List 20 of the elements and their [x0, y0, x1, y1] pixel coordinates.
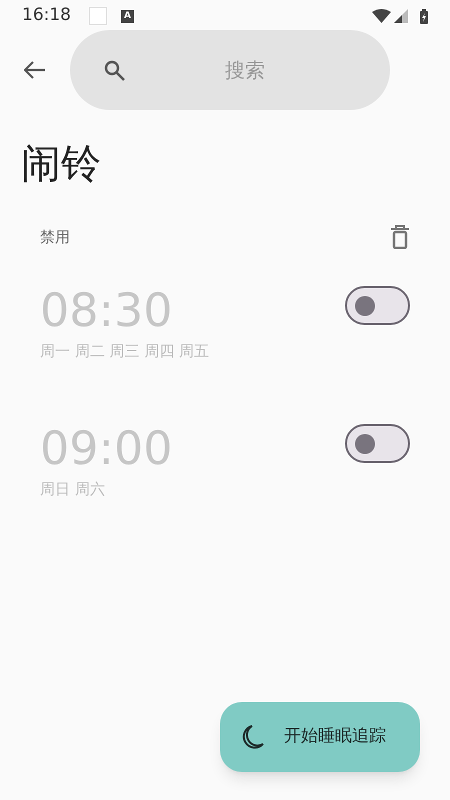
trash-icon [391, 225, 409, 249]
moon-icon [242, 725, 264, 749]
search-field[interactable]: 搜索 [70, 30, 390, 110]
wifi-icon [372, 9, 391, 23]
search-icon [104, 60, 125, 80]
section-label: 禁用 [40, 226, 70, 248]
notification-icon [89, 7, 107, 25]
signal-icon [394, 9, 408, 23]
alarm-days: 周一 周二 周三 周四 周五 [40, 340, 210, 362]
alarm-switch[interactable] [345, 286, 410, 325]
alarm-switch[interactable] [345, 424, 410, 463]
app-badge: A [121, 10, 134, 22]
alarm-days: 周日 周六 [40, 478, 105, 500]
page-title: 闹铃 [21, 140, 101, 188]
delete-button[interactable] [390, 224, 410, 250]
battery-icon [420, 8, 428, 24]
search-input[interactable]: 搜索 [145, 55, 345, 85]
back-arrow-icon [24, 61, 46, 79]
status-time: 16:18 [22, 4, 71, 28]
sleep-tracking-button[interactable]: 开始睡眠追踪 [220, 702, 420, 772]
